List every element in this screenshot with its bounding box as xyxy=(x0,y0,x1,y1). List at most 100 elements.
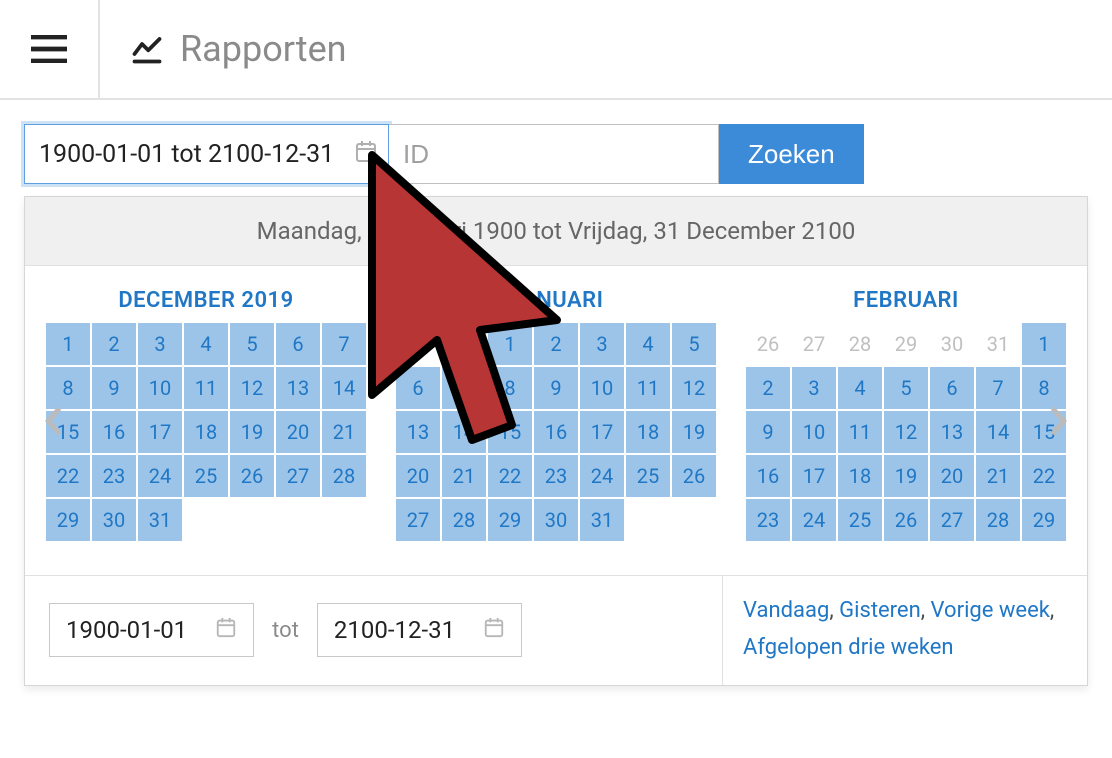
calendar-day[interactable]: 28 xyxy=(442,499,486,541)
calendar-day[interactable]: 15 xyxy=(488,411,532,453)
calendar-day[interactable]: 7 xyxy=(442,367,486,409)
calendar-day[interactable]: 14 xyxy=(322,367,366,409)
calendar-day[interactable]: 13 xyxy=(930,411,974,453)
calendar-day[interactable]: 7 xyxy=(322,323,366,365)
date-to-input[interactable]: 2100-12-31 xyxy=(317,603,522,657)
calendar-day[interactable]: 25 xyxy=(184,455,228,497)
calendar-day-other-month[interactable]: 31 xyxy=(442,323,486,365)
calendar-day[interactable]: 20 xyxy=(396,455,440,497)
calendar-day[interactable]: 13 xyxy=(276,367,320,409)
calendar-day[interactable]: 19 xyxy=(672,411,716,453)
date-range-input[interactable]: 1900-01-01 tot 2100-12-31 xyxy=(24,124,389,184)
calendar-day[interactable]: 12 xyxy=(884,411,928,453)
calendar-day-other-month[interactable]: 31 xyxy=(976,323,1020,365)
date-preset-link[interactable]: Vorige week xyxy=(931,598,1050,623)
month-title[interactable]: DECEMBER 2019 xyxy=(46,288,366,313)
id-search-input[interactable] xyxy=(389,124,719,184)
calendar-day[interactable]: 7 xyxy=(976,367,1020,409)
next-month-button[interactable] xyxy=(1037,399,1081,443)
calendar-day[interactable]: 28 xyxy=(976,499,1020,541)
calendar-day[interactable]: 4 xyxy=(838,367,882,409)
calendar-day[interactable]: 23 xyxy=(534,455,578,497)
calendar-day[interactable]: 24 xyxy=(138,455,182,497)
calendar-day[interactable]: 21 xyxy=(442,455,486,497)
calendar-day[interactable]: 18 xyxy=(838,455,882,497)
calendar-day[interactable]: 2 xyxy=(746,367,790,409)
calendar-day[interactable]: 11 xyxy=(626,367,670,409)
calendar-day[interactable]: 22 xyxy=(46,455,90,497)
search-button[interactable]: Zoeken xyxy=(719,124,864,184)
date-preset-link[interactable]: Afgelopen drie weken xyxy=(743,635,954,660)
calendar-day[interactable]: 22 xyxy=(488,455,532,497)
calendar-day[interactable]: 4 xyxy=(626,323,670,365)
calendar-day[interactable]: 25 xyxy=(626,455,670,497)
calendar-day[interactable]: 1 xyxy=(1022,323,1066,365)
calendar-day[interactable]: 16 xyxy=(746,455,790,497)
calendar-day[interactable]: 27 xyxy=(396,499,440,541)
calendar-day[interactable]: 27 xyxy=(276,455,320,497)
calendar-day[interactable]: 10 xyxy=(580,367,624,409)
calendar-day[interactable]: 29 xyxy=(488,499,532,541)
calendar-day[interactable]: 24 xyxy=(580,455,624,497)
calendar-day[interactable]: 18 xyxy=(184,411,228,453)
calendar-day[interactable]: 9 xyxy=(92,367,136,409)
calendar-day[interactable]: 6 xyxy=(276,323,320,365)
calendar-day[interactable]: 4 xyxy=(184,323,228,365)
calendar-day[interactable]: 30 xyxy=(92,499,136,541)
calendar-day[interactable]: 3 xyxy=(138,323,182,365)
calendar-day[interactable]: 10 xyxy=(138,367,182,409)
month-title[interactable]: FEBRUARI xyxy=(746,288,1066,313)
calendar-day[interactable]: 8 xyxy=(488,367,532,409)
calendar-day[interactable]: 21 xyxy=(976,455,1020,497)
calendar-day[interactable]: 29 xyxy=(46,499,90,541)
calendar-day[interactable]: 31 xyxy=(138,499,182,541)
calendar-day[interactable]: 16 xyxy=(534,411,578,453)
calendar-day[interactable]: 5 xyxy=(672,323,716,365)
date-preset-link[interactable]: Vandaag xyxy=(743,598,829,623)
calendar-day[interactable]: 1 xyxy=(46,323,90,365)
calendar-day-other-month[interactable]: 27 xyxy=(792,323,836,365)
calendar-day[interactable]: 24 xyxy=(792,499,836,541)
calendar-day[interactable]: 16 xyxy=(92,411,136,453)
calendar-day[interactable]: 11 xyxy=(184,367,228,409)
calendar-day[interactable]: 23 xyxy=(746,499,790,541)
calendar-day[interactable]: 20 xyxy=(930,455,974,497)
calendar-day[interactable]: 26 xyxy=(672,455,716,497)
calendar-day[interactable]: 13 xyxy=(396,411,440,453)
calendar-day[interactable]: 29 xyxy=(1022,499,1066,541)
calendar-day[interactable]: 6 xyxy=(396,367,440,409)
calendar-day[interactable]: 20 xyxy=(276,411,320,453)
calendar-day[interactable]: 11 xyxy=(838,411,882,453)
menu-button[interactable] xyxy=(0,0,100,99)
calendar-day[interactable]: 12 xyxy=(230,367,274,409)
calendar-day[interactable]: 5 xyxy=(884,367,928,409)
calendar-day[interactable]: 14 xyxy=(976,411,1020,453)
calendar-day[interactable]: 23 xyxy=(92,455,136,497)
calendar-day-other-month[interactable]: 28 xyxy=(838,323,882,365)
date-from-input[interactable]: 1900-01-01 xyxy=(49,603,254,657)
calendar-day[interactable]: 12 xyxy=(672,367,716,409)
calendar-day[interactable]: 30 xyxy=(534,499,578,541)
calendar-day[interactable]: 18 xyxy=(626,411,670,453)
calendar-day[interactable]: 2 xyxy=(92,323,136,365)
calendar-day[interactable]: 31 xyxy=(580,499,624,541)
calendar-day[interactable]: 28 xyxy=(322,455,366,497)
calendar-day-other-month[interactable]: 29 xyxy=(884,323,928,365)
calendar-day[interactable]: 1 xyxy=(488,323,532,365)
prev-month-button[interactable] xyxy=(31,399,75,443)
calendar-day-other-month[interactable]: 26 xyxy=(746,323,790,365)
calendar-day[interactable]: 14 xyxy=(442,411,486,453)
calendar-day[interactable]: 5 xyxy=(230,323,274,365)
calendar-day[interactable]: 9 xyxy=(534,367,578,409)
calendar-day[interactable]: 22 xyxy=(1022,455,1066,497)
calendar-day[interactable]: 17 xyxy=(138,411,182,453)
calendar-day[interactable]: 19 xyxy=(884,455,928,497)
calendar-day[interactable]: 6 xyxy=(930,367,974,409)
calendar-day[interactable]: 19 xyxy=(230,411,274,453)
calendar-day[interactable]: 9 xyxy=(746,411,790,453)
calendar-day[interactable]: 17 xyxy=(580,411,624,453)
calendar-day[interactable]: 27 xyxy=(930,499,974,541)
date-preset-link[interactable]: Gisteren xyxy=(839,598,921,623)
calendar-day[interactable]: 21 xyxy=(322,411,366,453)
calendar-day[interactable]: 26 xyxy=(230,455,274,497)
